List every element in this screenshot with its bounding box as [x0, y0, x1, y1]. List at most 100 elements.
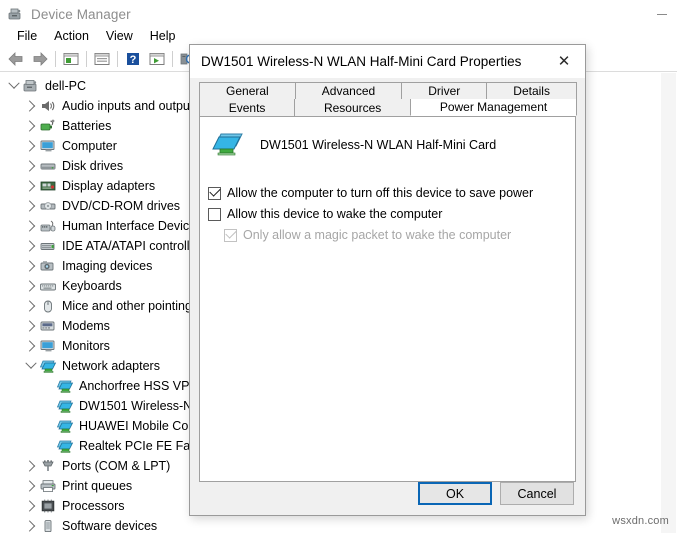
tree-item-label: Ports (COM & LPT) [62, 459, 171, 473]
tab-general[interactable]: General [199, 82, 296, 99]
monitor-icon [39, 138, 57, 154]
chevron-right-icon[interactable] [23, 498, 39, 514]
update-driver-button[interactable] [145, 48, 169, 70]
cancel-button[interactable]: Cancel [500, 482, 574, 505]
minimize-icon [656, 13, 667, 15]
mouse-icon [39, 298, 57, 314]
help-button[interactable]: ? [121, 48, 145, 70]
tab-driver[interactable]: Driver [401, 82, 488, 99]
window-titlebar: Device Manager [0, 0, 677, 28]
menu-view[interactable]: View [98, 28, 142, 44]
device-manager-icon [7, 6, 23, 22]
speaker-icon [39, 98, 57, 114]
tree-item-label: Monitors [62, 339, 110, 353]
chevron-right-icon[interactable] [23, 278, 39, 294]
checkbox-0[interactable] [208, 185, 221, 200]
menu-bar: File Action View Help [0, 26, 677, 46]
checkbox-label-0: Allow the computer to turn off this devi… [227, 186, 534, 200]
power-option-row-1[interactable]: Allow this device to wake the computer [208, 206, 575, 227]
device-header: DW1501 Wireless-N WLAN Half-Mini Card [200, 117, 575, 160]
chevron-right-icon[interactable] [23, 158, 39, 174]
tree-item-label: Display adapters [62, 179, 156, 193]
tree-item-label: Disk drives [62, 159, 124, 173]
forward-button[interactable] [28, 48, 52, 70]
check-icon [209, 185, 221, 197]
menu-file[interactable]: File [9, 28, 46, 44]
network-adapter-icon [56, 378, 74, 394]
show-hidden-devices-button[interactable] [90, 48, 114, 70]
chevron-right-icon[interactable] [23, 198, 39, 214]
properties-button[interactable] [59, 48, 83, 70]
processor-icon [39, 498, 57, 514]
chevron-right-icon[interactable] [23, 298, 39, 314]
chevron-right-icon[interactable] [23, 458, 39, 474]
power-option-row-0[interactable]: Allow the computer to turn off this devi… [208, 185, 575, 206]
dialog-title: DW1501 Wireless-N WLAN Half-Mini Card Pr… [201, 54, 522, 69]
menu-action[interactable]: Action [46, 28, 98, 44]
ok-button[interactable]: OK [418, 482, 492, 505]
chevron-right-icon[interactable] [23, 218, 39, 234]
watermark: wsxdn.com [612, 515, 669, 527]
chevron-right-icon[interactable] [23, 338, 39, 354]
dialog-titlebar: DW1501 Wireless-N WLAN Half-Mini Card Pr… [190, 45, 585, 78]
chevron-right-icon[interactable] [23, 478, 39, 494]
tree-item-label: Software devices [62, 519, 158, 533]
keyboard-icon [39, 278, 57, 294]
tab-details[interactable]: Details [486, 82, 578, 99]
software-device-icon [39, 518, 57, 533]
checkbox-label-1: Allow this device to wake the computer [227, 207, 443, 221]
tree-item-label: Imaging devices [62, 259, 153, 273]
monitor-icon [39, 338, 57, 354]
printer-icon [39, 478, 57, 494]
hid-icon [39, 218, 57, 234]
battery-icon [39, 118, 57, 134]
back-button[interactable] [4, 48, 28, 70]
toolbar-separator [117, 51, 118, 67]
network-adapter-icon [56, 438, 74, 454]
window-title: Device Manager [31, 6, 131, 22]
chevron-right-icon[interactable] [23, 518, 39, 533]
checkbox-label-2: Only allow a magic packet to wake the co… [243, 228, 512, 242]
properties-dialog: DW1501 Wireless-N WLAN Half-Mini Card Pr… [189, 44, 586, 516]
tree-item-label: Network adapters [62, 359, 160, 373]
chevron-down-icon[interactable] [23, 357, 39, 374]
dialog-tabs: General Advanced Driver Details Events R… [199, 82, 578, 116]
tab-advanced[interactable]: Advanced [294, 82, 403, 99]
chevron-right-icon[interactable] [23, 178, 39, 194]
device-manager-screen: Device Manager File Action View Help ? d… [0, 0, 677, 533]
chevron-right-icon[interactable] [23, 318, 39, 334]
tree-item-label: Batteries [62, 119, 112, 133]
chevron-down-icon[interactable] [6, 77, 22, 94]
computer-tower-icon [22, 78, 40, 94]
tree-item-21[interactable]: Software devices [0, 516, 661, 533]
chevron-right-icon[interactable] [23, 238, 39, 254]
device-name: DW1501 Wireless-N WLAN Half-Mini Card [260, 138, 497, 152]
chevron-right-icon[interactable] [23, 98, 39, 114]
modem-icon [39, 318, 57, 334]
window-controls [646, 0, 677, 28]
tree-item-label: Print queues [62, 479, 133, 493]
dialog-body: General Advanced Driver Details Events R… [190, 78, 585, 515]
network-adapter-icon [39, 358, 57, 374]
minimize-button[interactable] [646, 3, 677, 25]
tab-events[interactable]: Events [199, 99, 296, 116]
power-option-row-2: Only allow a magic packet to wake the co… [208, 227, 575, 248]
chevron-right-icon[interactable] [23, 258, 39, 274]
chevron-right-icon[interactable] [23, 138, 39, 154]
close-icon[interactable]: ✕ [543, 45, 585, 77]
tree-item-label: Keyboards [62, 279, 122, 293]
toolbar-separator [86, 51, 87, 67]
power-options-list: Allow the computer to turn off this devi… [200, 160, 575, 248]
menu-help[interactable]: Help [142, 28, 185, 44]
chevron-right-icon[interactable] [23, 118, 39, 134]
tab-power-management[interactable]: Power Management [410, 99, 577, 116]
network-adapter-icon [56, 398, 74, 414]
tree-item-label: IDE ATA/ATAPI controllers [62, 239, 207, 253]
tab-resources[interactable]: Resources [294, 99, 412, 116]
network-adapter-icon [212, 130, 246, 160]
tree-scrollbar[interactable] [661, 73, 676, 533]
checkbox-1[interactable] [208, 208, 221, 221]
